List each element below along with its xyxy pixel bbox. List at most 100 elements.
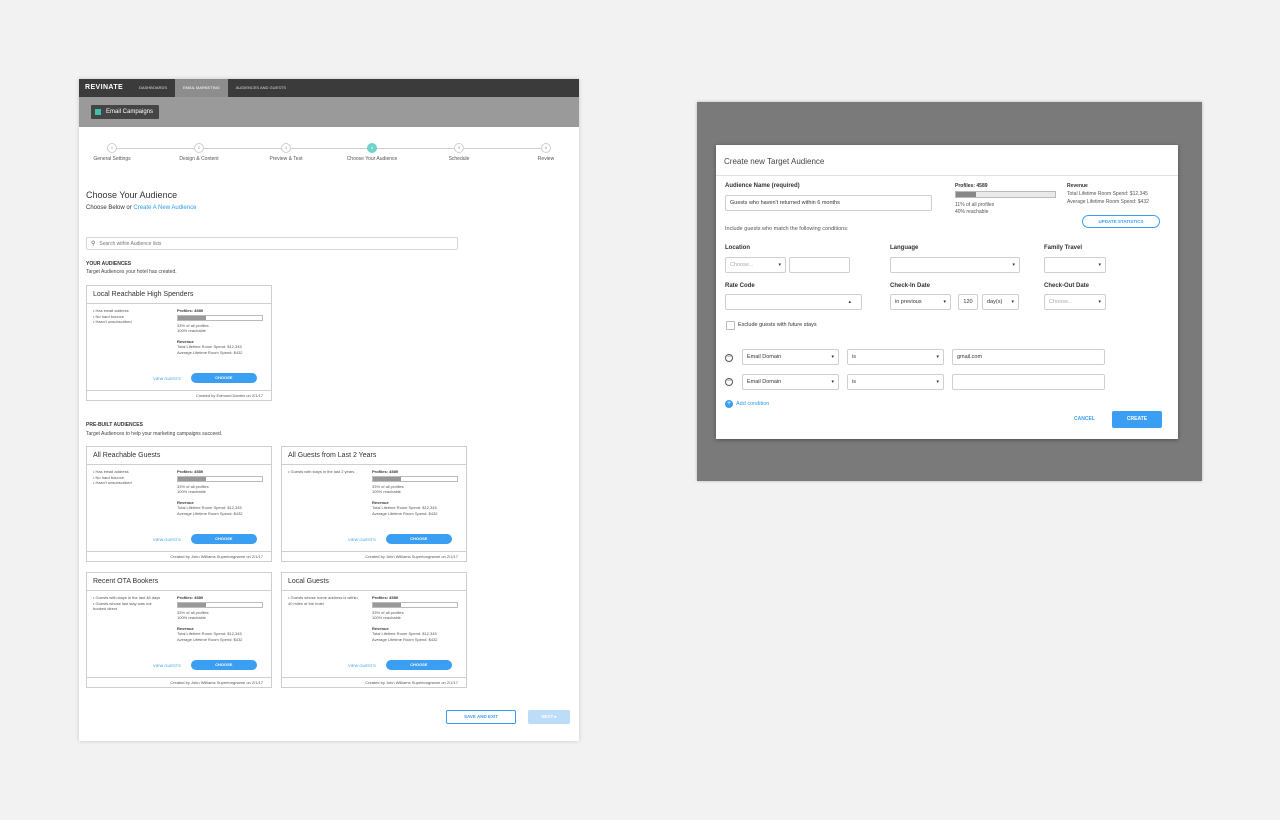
card-footer: Created by Edmund Dantes on 2/1/17 — [87, 390, 271, 400]
step-design-content[interactable]: 2 Design & Content — [169, 143, 229, 162]
view-guests-link[interactable]: VIEW GUESTS — [348, 663, 376, 668]
create-button[interactable]: CREATE — [1112, 411, 1162, 428]
condition-value: gmail.com — [957, 354, 983, 360]
card-title: All Reachable Guests — [87, 447, 271, 465]
reachable-percent: 100% reachable — [177, 615, 206, 620]
condition-field-select[interactable]: Email Domain ▾ — [742, 374, 839, 390]
check-in-mode-select[interactable]: in previous ▾ — [890, 294, 951, 310]
card-criteria: Guests whose home address is within 40 m… — [288, 595, 358, 606]
condition-operator-select[interactable]: is ▾ — [847, 349, 944, 365]
step-number: 6 — [541, 143, 551, 153]
location-placeholder: Choose... — [730, 262, 754, 268]
nav-tab-dashboards[interactable]: DASHBOARDS — [131, 79, 175, 97]
profiles-count: Profiles: 4589 — [177, 308, 204, 313]
email-campaigns-button[interactable]: Email Campaigns — [91, 105, 160, 119]
search-icon: ⚲ — [91, 241, 96, 247]
chevron-up-icon: ▴ — [848, 299, 851, 305]
remove-condition-icon[interactable]: − — [725, 378, 733, 386]
modal-reachable-percent: 40% reachable — [955, 209, 989, 215]
nav-tab-email-marketing[interactable]: EMAIL MARKETING — [175, 79, 228, 97]
next-button[interactable]: NEXT ▸ — [528, 710, 570, 724]
check-out-placeholder: Choose... — [1049, 299, 1073, 305]
step-label: General Settings — [93, 156, 131, 162]
card-criteria: Has email address No hard bounce Hasn't … — [93, 469, 163, 486]
location-input[interactable] — [789, 257, 850, 273]
family-travel-select[interactable]: ▾ — [1044, 257, 1106, 273]
add-condition-label: Add condition — [736, 401, 770, 407]
check-out-date-label: Check-Out Date — [1044, 283, 1090, 289]
criterion: Guests with stays in the last 48 days — [93, 595, 163, 601]
choose-button[interactable]: CHOOSE — [190, 660, 257, 670]
step-number: 3 — [281, 143, 291, 153]
cancel-button[interactable]: CANCEL — [1074, 416, 1095, 422]
condition-field-value: Email Domain — [747, 354, 782, 360]
view-guests-link[interactable]: VIEW GUESTS — [153, 663, 181, 668]
card-title: Recent OTA Bookers — [87, 573, 271, 591]
chevron-down-icon: ▾ — [936, 379, 939, 385]
step-choose-your-audience[interactable]: 4 Choose Your Audience — [342, 143, 402, 162]
chevron-down-icon: ▾ — [1098, 299, 1101, 305]
profiles-count: Profiles: 4589 — [177, 595, 204, 600]
audience-name-label: Audience Name (required) — [725, 183, 800, 189]
step-label: Schedule — [448, 156, 470, 162]
audience-search[interactable]: ⚲ — [86, 237, 458, 250]
profiles-bar-fill — [373, 602, 401, 607]
profiles-count: Profiles: 4589 — [372, 595, 399, 600]
condition-value-input[interactable]: gmail.com — [952, 349, 1105, 365]
audience-name-input[interactable]: Guests who haven't returned within 6 mon… — [725, 195, 932, 211]
step-review[interactable]: 6 Review — [516, 143, 576, 162]
profiles-bar — [177, 601, 263, 608]
modal-profiles-bar — [955, 191, 1056, 198]
remove-condition-icon[interactable]: − — [725, 354, 733, 362]
condition-value-input[interactable] — [952, 374, 1105, 390]
card-title: Local Guests — [282, 573, 466, 591]
condition-operator-select[interactable]: is ▾ — [847, 374, 944, 390]
condition-field-select[interactable]: Email Domain ▾ — [742, 349, 839, 365]
modal-title: Create new Target Audience — [716, 145, 1178, 176]
location-select[interactable]: Choose... ▾ — [725, 257, 786, 273]
card-title: All Guests from Last 2 Years — [282, 447, 466, 465]
language-select[interactable]: ▾ — [890, 257, 1020, 273]
rate-code-select[interactable]: ▴ — [725, 294, 862, 310]
wizard-stepper: 1 General Settings 2 Design & Content 3 … — [79, 133, 579, 181]
criterion: Hasn't unsubscribed — [93, 319, 163, 325]
update-statistics-button[interactable]: UPDATE STATISTICS — [1082, 215, 1160, 228]
chevron-down-icon: ▾ — [943, 299, 946, 305]
search-input[interactable] — [99, 240, 400, 247]
save-and-exit-button[interactable]: SAVE AND EXIT — [446, 710, 516, 724]
step-schedule[interactable]: 5 Schedule — [429, 143, 489, 162]
check-in-date-label: Check-In Date — [890, 283, 931, 289]
profiles-bar — [372, 601, 458, 608]
prebuilt-audiences-heading: PRE-BUILT AUDIENCES — [86, 422, 143, 428]
step-label: Review — [537, 156, 555, 162]
check-in-mode-value: in previous — [895, 299, 922, 305]
revenue-heading: Revenue — [177, 338, 194, 344]
step-label: Design & Content — [179, 156, 219, 162]
view-guests-link[interactable]: VIEW GUESTS — [348, 537, 376, 542]
choose-button[interactable]: CHOOSE — [190, 534, 257, 544]
choose-button[interactable]: CHOOSE — [190, 373, 257, 383]
subtitle-prefix: Choose Below or — [86, 205, 134, 211]
criterion: Guests whose home address is within 40 m… — [288, 595, 358, 606]
check-out-date-select[interactable]: Choose... ▾ — [1044, 294, 1106, 310]
reachable-percent: 100% reachable — [372, 615, 401, 620]
card-stats: Profiles: 4589 33% of all profiles 100% … — [177, 469, 267, 516]
create-new-audience-link[interactable]: Create A New Audience — [133, 205, 196, 211]
choose-button[interactable]: CHOOSE — [385, 534, 452, 544]
step-general-settings[interactable]: 1 General Settings — [82, 143, 142, 162]
audience-card: All Guests from Last 2 Years Guests with… — [281, 446, 467, 562]
nav-tab-audiences-and-guests[interactable]: AUDIENCES AND GUESTS — [228, 79, 294, 97]
card-stats: Profiles: 4589 33% of all profiles 100% … — [372, 595, 462, 642]
check-in-number-input[interactable]: 120 — [958, 294, 978, 310]
step-label: Choose Your Audience — [346, 156, 398, 162]
add-condition-link[interactable]: + Add condition — [725, 400, 769, 408]
exclude-future-stays-checkbox[interactable] — [726, 321, 735, 330]
choose-button[interactable]: CHOOSE — [385, 660, 452, 670]
check-in-unit-select[interactable]: day(s) ▾ — [982, 294, 1019, 310]
step-preview-test[interactable]: 3 Preview & Test — [256, 143, 316, 162]
reachable-percent: 100% reachable — [177, 489, 206, 494]
view-guests-link[interactable]: VIEW GUESTS — [153, 376, 181, 381]
audience-card: All Reachable Guests Has email address N… — [86, 446, 272, 562]
view-guests-link[interactable]: VIEW GUESTS — [153, 537, 181, 542]
profiles-count: Profiles: 4589 — [372, 469, 399, 474]
